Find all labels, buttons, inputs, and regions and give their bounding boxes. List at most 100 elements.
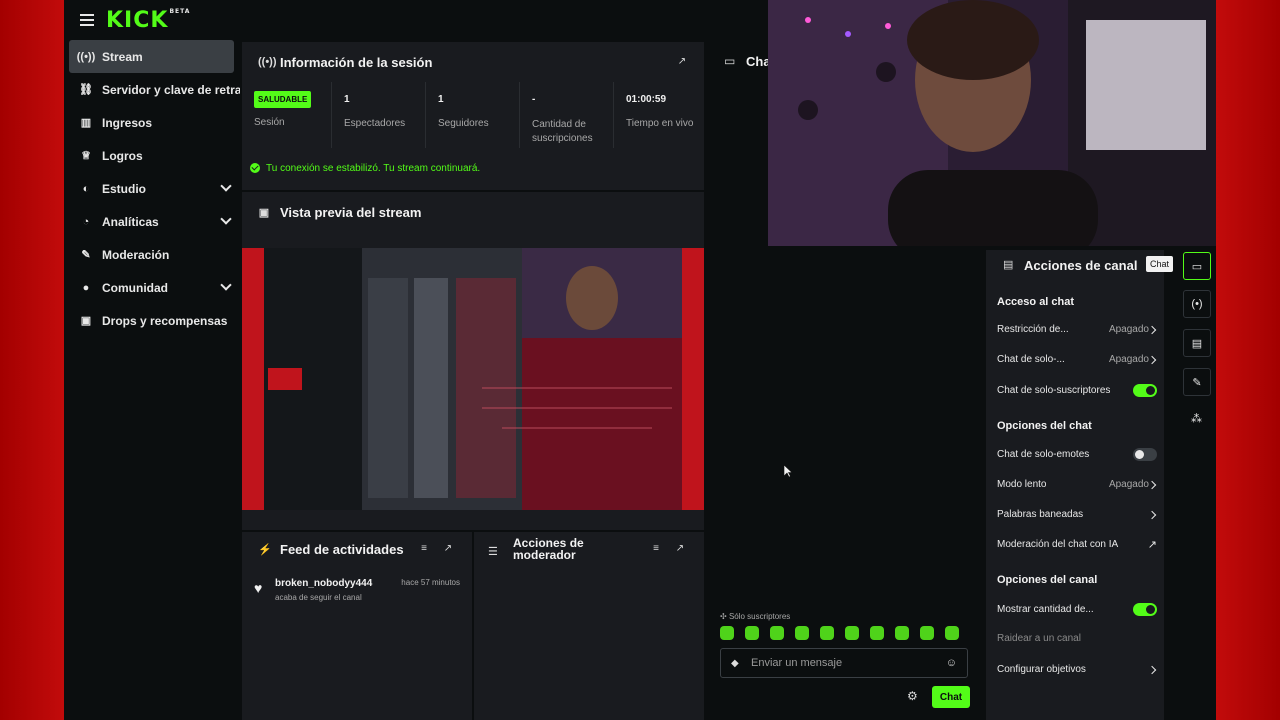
palette-icon: ◐	[82, 182, 90, 195]
lightning-icon: ⚡	[258, 543, 272, 556]
check-circle-icon	[250, 163, 260, 173]
activity-title: Feed de actividades	[280, 541, 404, 557]
filter-icon[interactable]: ≡	[418, 543, 430, 555]
broadcast-icon: ((•))	[76, 50, 96, 63]
chevron-right-icon	[1147, 325, 1157, 334]
chevron-down-icon	[220, 213, 232, 225]
sidebar-item-drops[interactable]: ▣ Drops y recompensas	[64, 304, 240, 337]
emote-icon[interactable]	[845, 626, 859, 640]
channel-actions-rail-icon[interactable]: ▤	[1183, 329, 1211, 357]
mouse-cursor-icon	[784, 465, 792, 478]
webcam-image	[768, 0, 1216, 246]
menu-icon[interactable]	[80, 14, 94, 26]
emote-icon[interactable]	[745, 626, 759, 640]
chat-message-input[interactable]: ◆ Enviar un mensaje ☺	[720, 648, 968, 678]
activity-user[interactable]: broken_nobodyy444	[275, 578, 372, 589]
sidebar-item-analiticas[interactable]: ◔ Analíticas	[64, 205, 240, 238]
connection-notice: Tu conexión se estabilizó. Tu stream con…	[242, 148, 704, 188]
subscribers-only-toggle[interactable]	[1133, 384, 1157, 397]
monitor-icon: ▣	[258, 206, 270, 219]
section-chat-access: Acceso al chat	[997, 296, 1075, 308]
restriction-setting[interactable]: Restricción de... Apagado	[997, 324, 1159, 335]
emote-icon[interactable]	[795, 626, 809, 640]
popout-icon[interactable]: ↗	[674, 543, 686, 555]
red-background-left	[0, 0, 64, 720]
gift-icon: ▣	[80, 315, 92, 327]
popout-icon[interactable]: ↗	[442, 543, 454, 555]
emote-icon[interactable]	[770, 626, 784, 640]
gear-icon[interactable]: ⚙	[907, 689, 918, 703]
chat-icon: ▭	[724, 54, 736, 68]
stat-session: SALUDABLE Sesión	[242, 82, 332, 148]
apps-icon[interactable]: ⁂	[1191, 412, 1202, 425]
stream-preview-video[interactable]	[242, 248, 704, 510]
chat-tooltip: Chat	[1146, 256, 1174, 272]
chevron-right-icon	[1147, 510, 1157, 519]
stat-live-time: 01:00:59 Tiempo en vivo	[626, 94, 694, 129]
emote-icon[interactable]	[720, 626, 734, 640]
emotes-only-setting: Chat de solo-emotes	[997, 448, 1159, 461]
emote-icon[interactable]	[870, 626, 884, 640]
ai-moderation-setting[interactable]: Moderación del chat con IA ↗	[997, 539, 1159, 551]
broadcast-rail-icon[interactable]: (•)	[1183, 290, 1211, 318]
chevron-down-icon	[220, 180, 232, 192]
emote-icon[interactable]	[945, 626, 959, 640]
stat-viewers: 1 Espectadores	[332, 82, 426, 148]
activity-text: acaba de seguir el canal	[275, 593, 362, 602]
activity-feed-panel: ⚡ Feed de actividades ≡ ↗ ♥ broken_nobod…	[242, 532, 472, 720]
heart-icon: ♥	[254, 580, 263, 596]
preview-title: Vista previa del stream	[280, 204, 422, 220]
stat-subscriptions: - Cantidad de suscripciones	[520, 82, 614, 148]
filter-icon[interactable]: ≡	[650, 543, 662, 555]
kick-logo[interactable]: KICKBETA	[106, 8, 190, 33]
subscribers-only-setting: Chat de solo-suscriptores	[997, 384, 1159, 397]
sidebar-item-ingresos[interactable]: ▥ Ingresos	[64, 106, 240, 139]
sidebar-item-logros[interactable]: ♕ Logros	[64, 139, 240, 172]
moderator-actions-panel: ☰ Acciones de moderador ≡ ↗	[474, 532, 704, 720]
broadcast-icon: ((•))	[258, 56, 277, 68]
sidebar-item-server[interactable]: ⛓Servidor y clave de retransmisión	[64, 73, 240, 106]
right-rail: ▭ (•) ▤ ✎ ⁂	[1178, 250, 1216, 720]
section-chat-options: Opciones del chat	[997, 420, 1092, 432]
wrench-rail-icon[interactable]: ✎	[1183, 368, 1211, 396]
raid-channel-setting[interactable]: Raidear a un canal	[997, 633, 1159, 644]
moderator-actions-title: Acciones de moderador	[513, 536, 584, 562]
channel-actions-icon: ▤	[1003, 259, 1014, 271]
red-background-right	[1216, 0, 1280, 720]
emotes-only-toggle[interactable]	[1133, 448, 1157, 461]
panel-header: ((•)) Información de la sesión	[242, 42, 704, 82]
send-chat-button[interactable]: Chat	[932, 686, 970, 708]
sidebar-item-stream[interactable]: ((•)) Stream	[69, 40, 234, 73]
chevron-right-icon	[1147, 665, 1157, 674]
external-link-icon: ↗	[1147, 539, 1157, 551]
dashboard-window: KICKBETA ((•)) Stream ⛓ Servidor y clave d…	[64, 0, 1216, 720]
sidebar-item-estudio[interactable]: ◐ Estudio	[64, 172, 240, 205]
show-count-toggle[interactable]	[1133, 603, 1157, 616]
emoji-icon[interactable]: ☺	[946, 657, 957, 669]
shield-icon: ◆	[731, 657, 739, 669]
emote-icon[interactable]	[920, 626, 934, 640]
session-stats: SALUDABLE Sesión 1 Espectadores 1 Seguid…	[242, 82, 704, 148]
activity-time: hace 57 minutos	[401, 578, 460, 587]
community-icon: ●	[82, 281, 90, 294]
slow-mode-setting[interactable]: Modo lento Apagado	[997, 479, 1159, 490]
configure-goals-setting[interactable]: Configurar objetivos	[997, 664, 1159, 675]
panel-header: ▣ Vista previa del stream	[242, 192, 704, 232]
trophy-icon: ♕	[81, 150, 91, 162]
stat-followers: 1 Seguidores	[426, 82, 520, 148]
emote-icon[interactable]	[820, 626, 834, 640]
link-icon: ⛓	[79, 84, 93, 96]
list-icon: ☰	[488, 546, 498, 558]
chat-only-setting[interactable]: Chat de solo-... Apagado	[997, 354, 1159, 365]
section-channel-options: Opciones del canal	[997, 574, 1098, 586]
session-title: Información de la sesión	[280, 54, 433, 70]
sidebar-item-comunidad[interactable]: ● Comunidad	[64, 271, 240, 304]
channel-actions-title: Acciones de canal	[1024, 258, 1138, 273]
show-count-setting: Mostrar cantidad de...	[997, 603, 1159, 616]
chart-icon: ▥	[80, 117, 92, 129]
popout-icon[interactable]: ↗	[676, 56, 688, 68]
chat-rail-icon[interactable]: ▭	[1183, 252, 1211, 280]
banned-words-setting[interactable]: Palabras baneadas	[997, 509, 1159, 520]
sidebar-item-moderacion[interactable]: ✎ Moderación	[64, 238, 240, 271]
emote-icon[interactable]	[895, 626, 909, 640]
